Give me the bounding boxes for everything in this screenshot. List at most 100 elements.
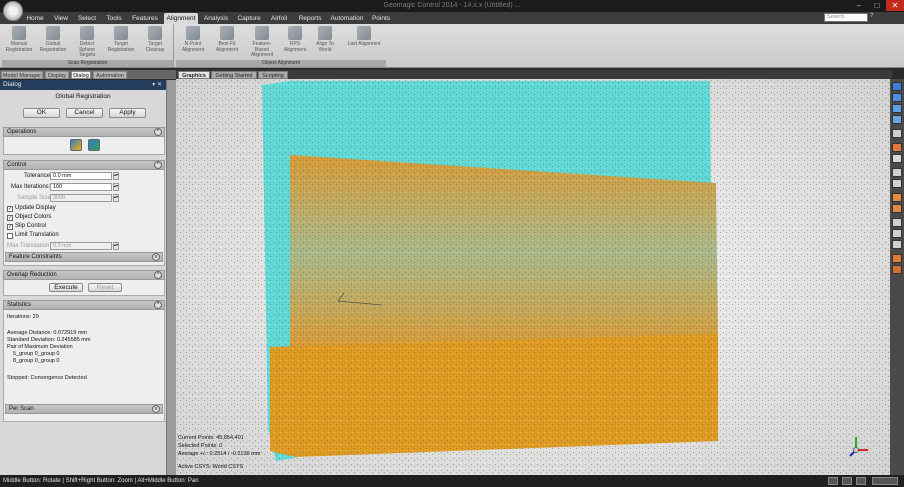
lasso-icon[interactable]: [892, 179, 902, 188]
overlap-label: Overlap Reduction: [7, 272, 57, 278]
status-indicator-icon[interactable]: [856, 477, 866, 485]
global-registration-op-icon[interactable]: [70, 139, 82, 151]
target-cleanup-button[interactable]: Target Cleanup: [140, 26, 170, 53]
last-alignment-button[interactable]: Last Alignment: [346, 26, 382, 48]
tab-features[interactable]: Features: [130, 13, 160, 24]
maximize-button[interactable]: □: [868, 0, 886, 11]
detect-sphere-targets-button[interactable]: Detect Sphere Targets: [72, 26, 102, 59]
select-icon[interactable]: [892, 168, 902, 177]
clip-icon[interactable]: [892, 240, 902, 249]
light-icon[interactable]: [892, 254, 902, 263]
panel-scrollbar[interactable]: [166, 80, 176, 475]
tab-dialog[interactable]: Dialog: [71, 71, 91, 79]
tab-analysis[interactable]: Analysis: [202, 13, 230, 24]
tab-home[interactable]: Home: [24, 13, 46, 24]
limit-translation-checkbox[interactable]: [7, 233, 13, 239]
point-cloud: [176, 79, 890, 475]
status-indicator-icon[interactable]: [842, 477, 852, 485]
stat-average-distance: Average Distance: 0.072919 mm: [7, 330, 87, 336]
statistics-label: Statistics: [7, 302, 32, 308]
best-fit-alignment-button[interactable]: Best Fit Alignment: [212, 26, 242, 53]
rps-alignment-icon: [288, 26, 302, 40]
global-registration-button[interactable]: Global Registration: [38, 26, 68, 53]
collapse-icon[interactable]: ^: [154, 161, 162, 169]
help-icon[interactable]: ?: [870, 13, 878, 22]
expand-icon[interactable]: v: [152, 253, 160, 261]
status-indicator-icon[interactable]: [828, 477, 838, 485]
sample-size-spinner: ▴▾: [113, 194, 119, 202]
app-logo-icon[interactable]: [3, 1, 23, 21]
cancel-button[interactable]: Cancel: [66, 108, 103, 118]
object-colors-label: Object Colors: [15, 214, 52, 220]
rotate-icon[interactable]: [892, 229, 902, 238]
tab-reports[interactable]: Reports: [296, 13, 324, 24]
control-section-header[interactable]: Control ^: [3, 160, 165, 170]
shade-icon[interactable]: [892, 143, 902, 152]
overlap-section-header[interactable]: Overlap Reduction ^: [3, 270, 165, 280]
panel-header-controls[interactable]: ▾ ✕: [152, 80, 162, 90]
tab-view[interactable]: View: [51, 13, 71, 24]
sample-size-field: 3000: [50, 194, 112, 202]
feature-based-alignment-button[interactable]: Feature-Based Alignment: [246, 26, 278, 59]
update-display-checkbox[interactable]: ✓: [7, 206, 13, 212]
object-colors-checkbox[interactable]: ✓: [7, 215, 13, 221]
statistics-section-header[interactable]: Statistics ^: [3, 300, 165, 310]
max-iterations-spinner[interactable]: ▴▾: [113, 183, 119, 191]
minimize-button[interactable]: –: [850, 0, 868, 11]
tolerance-spinner[interactable]: ▴▾: [113, 172, 119, 180]
tab-capture[interactable]: Capture: [236, 13, 262, 24]
active-csys-readout: Active CSYS: World CSYS: [178, 464, 244, 470]
operations-section-header[interactable]: Operations ^: [3, 127, 165, 137]
manual-registration-button[interactable]: Manual Registration: [4, 26, 34, 53]
view-front-icon[interactable]: [892, 82, 902, 91]
limit-translation-label: Limit Translation: [15, 232, 59, 238]
tab-scripting[interactable]: Scripting: [258, 71, 288, 79]
ok-button[interactable]: OK: [23, 108, 60, 118]
tab-graphics[interactable]: Graphics: [178, 71, 210, 79]
tab-points[interactable]: Points: [370, 13, 392, 24]
target-registration-button[interactable]: Target Registration: [106, 26, 136, 53]
n-point-alignment-button[interactable]: N-Point Alignment: [178, 26, 208, 53]
tolerance-field[interactable]: 0.0 mm: [50, 172, 112, 180]
tab-panel-automation[interactable]: Automation: [93, 71, 127, 79]
operations-label: Operations: [7, 129, 37, 135]
view-top-icon[interactable]: [892, 104, 902, 113]
fine-registration-op-icon[interactable]: [88, 139, 100, 151]
window-title: Geomagic Control 2014 - 14.x.x (Untitled…: [383, 2, 521, 9]
rps-alignment-button[interactable]: RPS Alignment: [280, 26, 310, 53]
max-iterations-field[interactable]: 100: [50, 183, 112, 191]
tab-automation[interactable]: Automation: [330, 13, 364, 24]
tab-airfoil[interactable]: Airfoil: [268, 13, 290, 24]
color-icon[interactable]: [892, 265, 902, 274]
collapse-icon[interactable]: ^: [154, 301, 162, 309]
collapse-icon[interactable]: ^: [154, 128, 162, 136]
tab-select[interactable]: Select: [77, 13, 97, 24]
apply-button[interactable]: Apply: [109, 108, 146, 118]
close-button[interactable]: ✕: [886, 0, 904, 11]
tab-tools[interactable]: Tools: [104, 13, 124, 24]
zoom-window-icon[interactable]: [892, 204, 902, 213]
pan-icon[interactable]: [892, 218, 902, 227]
units-indicator[interactable]: [872, 477, 898, 485]
view-back-icon[interactable]: [892, 93, 902, 102]
search-input[interactable]: Search: [824, 13, 868, 22]
tab-model-manager[interactable]: Model Manager: [1, 71, 43, 79]
align-to-world-button[interactable]: Align To World: [310, 26, 340, 53]
per-scan-header[interactable]: Per Scan v: [5, 404, 163, 414]
slip-control-checkbox[interactable]: ✓: [7, 224, 13, 230]
wireframe-icon[interactable]: [892, 154, 902, 163]
zoom-fit-icon[interactable]: [892, 193, 902, 202]
collapse-icon[interactable]: ^: [154, 271, 162, 279]
view-iso-icon[interactable]: [892, 129, 902, 138]
graphics-viewport[interactable]: Current Points: 45,854,401 Selected Poin…: [176, 79, 890, 475]
tab-getting-started[interactable]: Getting Started: [211, 71, 257, 79]
expand-icon[interactable]: v: [152, 405, 160, 413]
tab-alignment[interactable]: Alignment: [164, 13, 198, 24]
max-translation-spinner: ▴▾: [113, 242, 119, 250]
selected-points-readout: Selected Points: 0: [178, 443, 223, 449]
tab-display[interactable]: Display: [45, 71, 69, 79]
sample-size-label: Sample Size:: [17, 195, 53, 201]
view-bottom-icon[interactable]: [892, 115, 902, 124]
feature-constraints-header[interactable]: Feature Constraints v: [5, 252, 163, 262]
execute-button[interactable]: Execute: [49, 283, 83, 292]
